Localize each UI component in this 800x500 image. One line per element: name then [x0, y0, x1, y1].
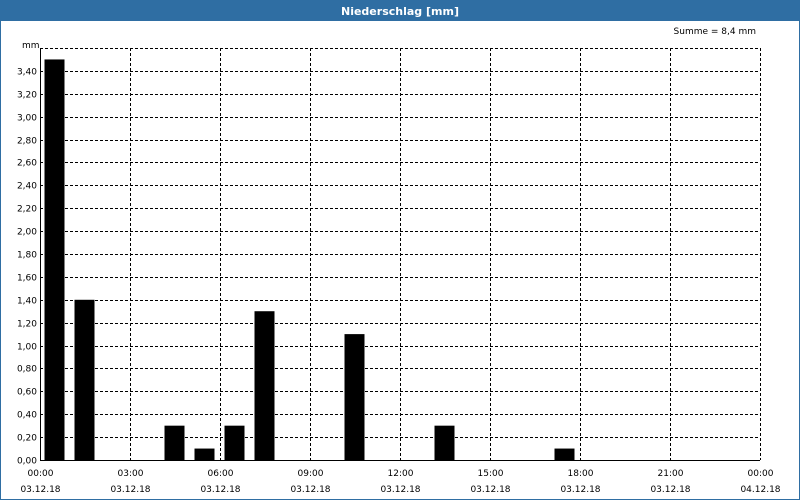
y-tick-label: 2,60	[17, 159, 37, 169]
y-tick-labels: 0,00 0,20 0,40 0,60 0,80 1,00 1,20 1,40 1,60 1,80…	[17, 68, 37, 467]
bar	[554, 448, 575, 460]
y-axis-unit: mm	[22, 41, 40, 51]
x-tick-time: 09:00	[298, 469, 324, 479]
x-tick-date: 03.12.18	[290, 485, 330, 495]
x-tick-time: 03:00	[118, 469, 144, 479]
x-tick-time: 21:00	[658, 469, 684, 479]
x-tick-time: 18:00	[568, 469, 594, 479]
x-tick-labels: 00:00 03.12.18 03:00 03.12.18 06:00 03.12.18 0…	[20, 469, 780, 495]
bar	[164, 425, 185, 460]
sum-label: Summe = 8,4 mm	[674, 27, 756, 37]
y-tick-label: 0,00	[17, 457, 37, 467]
y-tick-label: 1,20	[17, 320, 37, 330]
y-tick-label: 1,80	[17, 251, 37, 261]
x-tick-date: 03.12.18	[200, 485, 240, 495]
y-tick-label: 3,00	[17, 114, 37, 124]
precipitation-chart: Summe = 8,4 mm mm 0,00 0,20 0,40 0,60 0,80 1,…	[17, 27, 781, 495]
x-tick-time: 12:00	[388, 469, 414, 479]
x-tick-date: 04.12.18	[740, 485, 780, 495]
y-tick-label: 2,00	[17, 228, 37, 238]
y-tick-label: 0,60	[17, 388, 37, 398]
bars	[44, 59, 575, 460]
y-tick-label: 3,40	[17, 68, 37, 78]
y-tick-label: 2,40	[17, 182, 37, 192]
x-tick-date: 03.12.18	[380, 485, 420, 495]
bar	[254, 311, 275, 460]
bar	[44, 59, 65, 460]
x-tick-date: 03.12.18	[20, 485, 60, 495]
x-tick-time: 06:00	[208, 469, 234, 479]
y-tick-label: 2,80	[17, 137, 37, 147]
y-tick-label: 1,40	[17, 297, 37, 307]
y-tick-label: 0,20	[17, 434, 37, 444]
y-tick-label: 1,60	[17, 274, 37, 284]
x-tick-time: 00:00	[748, 469, 774, 479]
y-tick-label: 2,20	[17, 205, 37, 215]
x-tick-date: 03.12.18	[560, 485, 600, 495]
x-tick-time: 00:00	[28, 469, 54, 479]
bar	[74, 299, 95, 460]
bar	[344, 334, 365, 460]
y-tick-label: 0,40	[17, 411, 37, 421]
bar	[224, 425, 245, 460]
x-tick-date: 03.12.18	[110, 485, 150, 495]
y-tick-label: 0,80	[17, 365, 37, 375]
grid	[40, 48, 761, 460]
y-tick-label: 3,20	[17, 91, 37, 101]
x-tick-date: 03.12.18	[650, 485, 690, 495]
bar	[434, 425, 455, 460]
bar	[194, 448, 215, 460]
x-tick-date: 03.12.18	[470, 485, 510, 495]
y-tick-label: 1,00	[17, 343, 37, 353]
x-tick-time: 15:00	[478, 469, 504, 479]
